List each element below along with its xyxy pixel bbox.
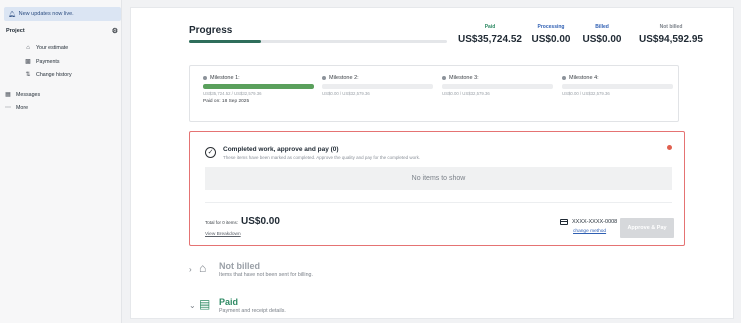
milestone-amount: US$0.00 / US$32,579.36 [322, 91, 370, 96]
summary-processing-value: US$0.00 [531, 34, 571, 45]
messages-icon: ▦ [5, 92, 11, 98]
summary-paid: Paid US$35,724.52 [456, 24, 524, 45]
chevron-right-icon: › [189, 265, 192, 274]
status-dot [322, 76, 326, 80]
updates-notice-text: New updates now live. [18, 11, 74, 17]
not-billed-section[interactable]: › ⌂ Not billed Items that have not been … [189, 261, 313, 278]
summary-not-billed-label: Not billed [659, 24, 683, 30]
empty-state: No items to show [205, 167, 672, 190]
history-icon: ⇅ [25, 72, 31, 78]
sidebar-item-payments[interactable]: ▩ Payments [24, 58, 60, 66]
check-circle-icon: ✓ [205, 147, 216, 158]
milestone-title-row: Milestone 2: [322, 75, 434, 81]
sidebar-item-your-estimate[interactable]: ⌂ Your estimate [24, 45, 68, 51]
updates-notice[interactable]: 🔔︎ New updates now live. [4, 7, 121, 21]
milestone-title: Milestone 1: [210, 75, 240, 81]
completed-work-card: ✓ Completed work, approve and pay (0) Th… [189, 131, 685, 246]
progress-bar-fill [189, 40, 262, 43]
alert-dot [667, 145, 672, 150]
milestone-title: Milestone 2: [329, 75, 359, 81]
milestone-amount: US$0.00 / US$32,579.36 [562, 91, 610, 96]
cash-icon: ▤ [199, 297, 211, 311]
sidebar-item-label: Change history [36, 71, 72, 78]
status-dot [442, 76, 446, 80]
milestone-3[interactable]: Milestone 3: US$0.00 / US$32,579.36 [442, 75, 554, 96]
summary-paid-label: Paid [484, 24, 496, 30]
summary-processing-label: Processing [537, 24, 565, 30]
milestone-bar [322, 84, 433, 89]
sidebar-item-label: Payments [36, 58, 60, 65]
total-value: US$0.00 [241, 216, 280, 227]
project-header: Project ⚙ [6, 26, 118, 36]
milestones-card: Milestone 1: US$35,724.52 / US$32,579.36… [189, 65, 679, 122]
project-label: Project [6, 28, 25, 34]
milestone-bar-fill [203, 84, 314, 89]
status-dot [562, 76, 566, 80]
summary-processing: Processing US$0.00 [526, 24, 576, 45]
sidebar: 🔔︎ New updates now live. Project ⚙ ⌂ You… [0, 0, 122, 323]
divider [205, 202, 672, 203]
milestone-title-row: Milestone 4: [562, 75, 674, 81]
milestone-4[interactable]: Milestone 4: US$0.00 / US$32,579.36 [562, 75, 674, 96]
content-panel: Progress Paid US$35,724.52 Processing US… [130, 7, 734, 319]
sidebar-item-more[interactable]: ⋯ More [4, 104, 29, 112]
total-label: Total for 0 items: [205, 220, 239, 225]
summary-billed-value: US$0.00 [582, 34, 622, 45]
milestone-title: Milestone 4: [569, 75, 599, 81]
not-billed-title: Not billed [219, 261, 260, 271]
total-row: Total for 0 items: US$0.00 [205, 216, 280, 227]
milestone-1[interactable]: Milestone 1: US$35,724.52 / US$32,579.36… [203, 75, 315, 104]
paid-text: Paid Payment and receipt details. [219, 297, 286, 314]
view-breakdown-link[interactable]: View Breakdown [205, 232, 241, 237]
milestone-title-row: Milestone 3: [442, 75, 554, 81]
change-method-link[interactable]: change method [573, 229, 606, 234]
milestone-title-row: Milestone 1: [203, 75, 315, 81]
milestone-amount: US$35,724.52 / US$32,579.36 [203, 91, 262, 96]
not-billed-subtitle: Items that have not been sent for billin… [219, 272, 313, 278]
payment-card: XXXX-XXXX-0008 [560, 219, 617, 225]
not-billed-text: Not billed Items that have not been sent… [219, 261, 313, 278]
milestone-amount: US$0.00 / US$32,579.36 [442, 91, 490, 96]
summary-not-billed-value: US$94,592.95 [639, 34, 703, 45]
payments-icon: ▩ [25, 59, 31, 65]
completed-work-subtitle: These items have been marked as complete… [223, 155, 421, 160]
gear-icon[interactable]: ⚙ [112, 27, 118, 35]
milestone-title: Milestone 3: [449, 75, 479, 81]
paid-section[interactable]: ⌄ ▤ Paid Payment and receipt details. [189, 297, 286, 314]
credit-card-icon [560, 219, 568, 225]
card-number: XXXX-XXXX-0008 [572, 219, 618, 225]
milestone-bar [203, 84, 314, 89]
more-icon: ⋯ [5, 105, 11, 111]
milestone-paid-on: Paid on: 18 Sep 2025 [203, 99, 250, 104]
milestone-2[interactable]: Milestone 2: US$0.00 / US$32,579.36 [322, 75, 434, 96]
house-icon: ⌂ [199, 261, 207, 275]
estimate-icon: ⌂ [26, 45, 30, 51]
status-dot [203, 76, 207, 80]
summary-not-billed: Not billed US$94,592.95 [631, 24, 711, 45]
completed-work-title: Completed work, approve and pay (0) [223, 146, 339, 153]
progress-bar [189, 40, 447, 43]
summary-billed: Billed US$0.00 [579, 24, 625, 45]
sidebar-item-label: Your estimate [36, 45, 69, 51]
milestone-bar [442, 84, 553, 89]
milestone-bar [562, 84, 673, 89]
bell-icon: 🔔︎ [8, 11, 16, 18]
paid-subtitle: Payment and receipt details. [219, 308, 286, 314]
summary-billed-label: Billed [595, 24, 609, 30]
sidebar-item-label: Messages [16, 91, 41, 98]
chevron-down-icon: ⌄ [189, 301, 196, 310]
main-area: Progress Paid US$35,724.52 Processing US… [123, 0, 741, 323]
sidebar-item-label: More [16, 104, 29, 111]
paid-title: Paid [219, 297, 239, 307]
approve-and-pay-button[interactable]: Approve & Pay [620, 218, 674, 238]
page-title: Progress [189, 25, 233, 36]
sidebar-item-messages[interactable]: ▦ Messages [4, 91, 41, 99]
summary-paid-value: US$35,724.52 [458, 34, 522, 45]
sidebar-item-change-history[interactable]: ⇅ Change history [24, 71, 72, 79]
